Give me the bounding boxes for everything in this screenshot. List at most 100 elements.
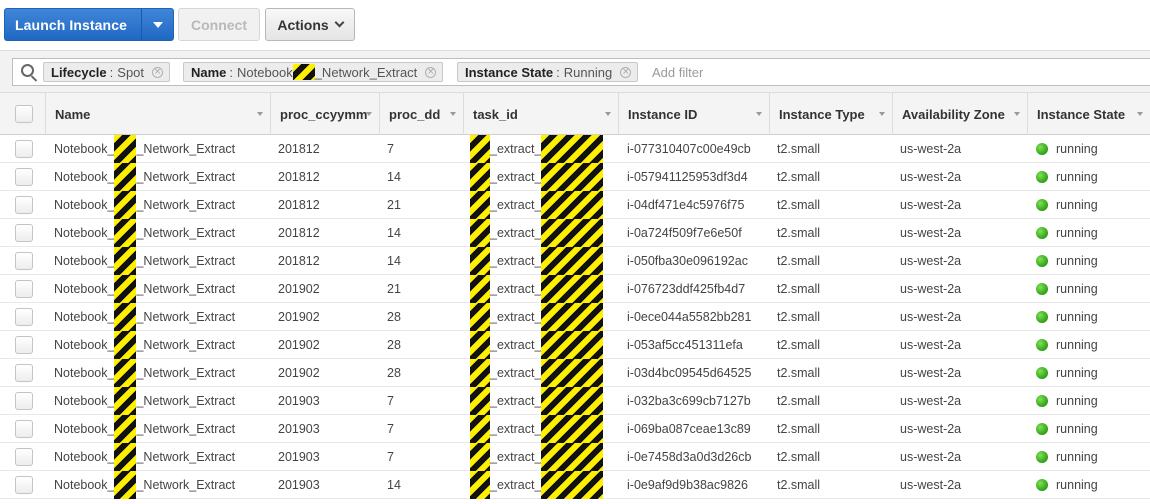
cell-task-id: _extract_ — [470, 331, 605, 359]
redaction-block — [114, 471, 137, 499]
name-suffix: _Network_Extract — [136, 366, 236, 380]
redaction-block — [470, 303, 490, 331]
table-row[interactable]: Notebook_ _Network_Extract 201903 7 _extract… — [0, 443, 1150, 471]
cell-name: Notebook_ _Network_Extract — [54, 247, 268, 275]
redaction-block — [541, 135, 604, 163]
filter-chip-key: Name — [191, 64, 227, 80]
cell-task-id: _extract_ — [470, 443, 605, 471]
filter-chip-instance-state[interactable]: Instance State : Running × — [457, 62, 639, 82]
row-checkbox[interactable] — [15, 308, 33, 326]
row-checkbox[interactable] — [15, 140, 33, 158]
instance-state-label: running — [1056, 142, 1098, 156]
table-row[interactable]: Notebook_ _Network_Extract 201812 14 _extrac… — [0, 219, 1150, 247]
redaction-block — [541, 331, 604, 359]
table-row[interactable]: Notebook_ _Network_Extract 201812 14 _extrac… — [0, 247, 1150, 275]
remove-filter-icon[interactable]: × — [620, 66, 632, 78]
cell-proc-dd: 7 — [387, 450, 394, 464]
launch-instance-split-button[interactable]: Launch Instance — [4, 8, 174, 41]
sort-caret-icon[interactable] — [366, 112, 372, 116]
cell-proc-dd: 7 — [387, 142, 394, 156]
cell-availability-zone: us-west-2a — [900, 422, 962, 436]
cell-instance-type: t2.small — [777, 198, 821, 212]
redaction-block — [470, 387, 490, 415]
cell-instance-state: running — [1036, 359, 1148, 387]
sort-caret-icon[interactable] — [605, 112, 611, 116]
redaction-block — [541, 303, 604, 331]
row-checkbox[interactable] — [15, 364, 33, 382]
name-prefix: Notebook_ — [54, 450, 115, 464]
column-header-task-id[interactable]: task_id — [463, 93, 618, 135]
cell-task-id: _extract_ — [470, 275, 605, 303]
remove-filter-icon[interactable]: × — [152, 66, 164, 78]
name-suffix: _Network_Extract — [136, 310, 236, 324]
sort-caret-icon[interactable] — [1137, 112, 1143, 116]
row-checkbox[interactable] — [15, 420, 33, 438]
column-header-availability-zone[interactable]: Availability Zone — [892, 93, 1027, 135]
cell-availability-zone: us-west-2a — [900, 142, 962, 156]
row-checkbox[interactable] — [15, 280, 33, 298]
cell-name: Notebook_ _Network_Extract — [54, 443, 268, 471]
column-header-instance-id[interactable]: Instance ID — [618, 93, 769, 135]
row-checkbox[interactable] — [15, 196, 33, 214]
instance-state-label: running — [1056, 450, 1098, 464]
column-header-instance-state[interactable]: Instance State — [1027, 93, 1150, 135]
column-header-label: Availability Zone — [902, 106, 1005, 122]
cell-availability-zone: us-west-2a — [900, 338, 962, 352]
column-header-name[interactable]: Name — [45, 93, 270, 135]
table-row[interactable]: Notebook_ _Network_Extract 201902 28 _extrac… — [0, 303, 1150, 331]
table-row[interactable]: Notebook_ _Network_Extract 201902 28 _extrac… — [0, 331, 1150, 359]
cell-proc-dd: 14 — [387, 478, 401, 492]
cell-proc-ccyymm: 201812 — [278, 226, 320, 240]
cell-instance-type: t2.small — [777, 478, 821, 492]
launch-instance-button[interactable]: Launch Instance — [5, 9, 141, 40]
table-row[interactable]: Notebook_ _Network_Extract 201902 28 _extrac… — [0, 359, 1150, 387]
select-all-checkbox[interactable] — [15, 105, 33, 123]
launch-options-dropdown[interactable] — [141, 9, 173, 40]
cell-task-id: _extract_ — [470, 191, 605, 219]
filter-chip-lifecycle[interactable]: Lifecycle : Spot × — [43, 62, 171, 82]
table-row[interactable]: Notebook_ _Network_Extract 201812 14 _extrac… — [0, 163, 1150, 191]
task-id-middle: _extract_ — [490, 282, 542, 296]
row-checkbox[interactable] — [15, 392, 33, 410]
cell-instance-state: running — [1036, 415, 1148, 443]
cell-proc-dd: 7 — [387, 394, 394, 408]
actions-button-label: Actions — [277, 16, 329, 33]
table-row[interactable]: Notebook_ _Network_Extract 201903 7 _extract… — [0, 387, 1150, 415]
remove-filter-icon[interactable]: × — [425, 66, 437, 78]
redaction-block — [541, 443, 604, 471]
cell-availability-zone: us-west-2a — [900, 198, 962, 212]
column-header-instance-type[interactable]: Instance Type — [769, 93, 892, 135]
add-filter-placeholder[interactable]: Add filter — [652, 65, 703, 80]
column-header-proc-ccyymm[interactable]: proc_ccyymm — [270, 93, 379, 135]
running-status-icon — [1036, 451, 1048, 463]
column-header-proc-dd[interactable]: proc_dd — [379, 93, 463, 135]
sort-caret-icon[interactable] — [879, 112, 885, 116]
sort-caret-icon[interactable] — [257, 112, 263, 116]
sort-caret-icon[interactable] — [450, 112, 456, 116]
connect-button[interactable]: Connect — [178, 8, 260, 41]
cell-instance-type: t2.small — [777, 226, 821, 240]
cell-task-id: _extract_ — [470, 471, 605, 499]
table-row[interactable]: Notebook_ _Network_Extract 201812 21 _extrac… — [0, 191, 1150, 219]
filter-chip-name[interactable]: Name : Notebook _Network_Extract × — [183, 62, 444, 82]
instance-state-label: running — [1056, 254, 1098, 268]
table-row[interactable]: Notebook_ _Network_Extract 201903 7 _extract… — [0, 415, 1150, 443]
filter-chip-key: Instance State — [465, 64, 554, 80]
name-prefix: Notebook_ — [54, 394, 115, 408]
cell-instance-id: i-069ba087ceae13c89 — [627, 422, 751, 436]
actions-button[interactable]: Actions — [265, 8, 355, 41]
filter-input[interactable]: Lifecycle : Spot × Name : Notebook _Netw… — [12, 58, 1150, 86]
instance-state-label: running — [1056, 422, 1098, 436]
table-row[interactable]: Notebook_ _Network_Extract 201903 14 _extrac… — [0, 471, 1150, 499]
row-checkbox[interactable] — [15, 448, 33, 466]
row-checkbox[interactable] — [15, 336, 33, 354]
row-checkbox[interactable] — [15, 252, 33, 270]
table-row[interactable]: Notebook_ _Network_Extract 201902 21 _extrac… — [0, 275, 1150, 303]
sort-caret-icon[interactable] — [1014, 112, 1020, 116]
instance-state-label: running — [1056, 226, 1098, 240]
row-checkbox[interactable] — [15, 224, 33, 242]
row-checkbox[interactable] — [15, 476, 33, 494]
row-checkbox[interactable] — [15, 168, 33, 186]
table-row[interactable]: Notebook_ _Network_Extract 201812 7 _extract… — [0, 135, 1150, 163]
sort-caret-icon[interactable] — [756, 112, 762, 116]
